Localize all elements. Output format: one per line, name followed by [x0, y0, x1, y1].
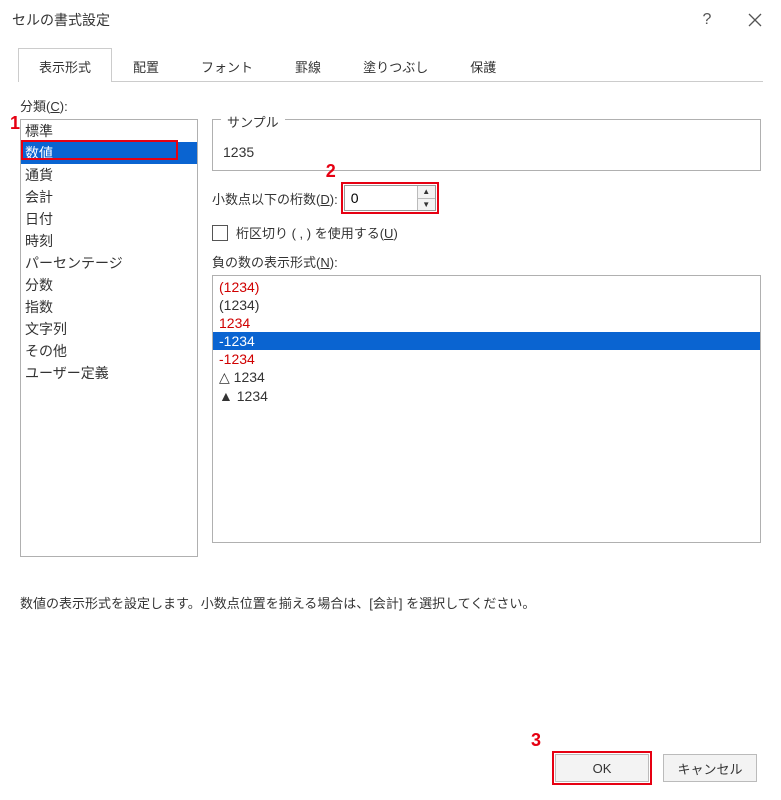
tabs: 表示形式配置フォント罫線塗りつぶし保護	[18, 40, 763, 82]
tab-2[interactable]: フォント	[180, 48, 274, 82]
decimal-input[interactable]	[345, 186, 417, 210]
category-item[interactable]: 分数	[21, 274, 197, 296]
negative-format-item[interactable]: (1234)	[213, 278, 760, 296]
thousands-label: 桁区切り ( , ) を使用する(U)	[236, 223, 398, 242]
spinner-up[interactable]: ▲	[418, 186, 435, 199]
tab-4[interactable]: 塗りつぶし	[342, 48, 449, 82]
tab-3[interactable]: 罫線	[274, 48, 342, 82]
category-item[interactable]: その他	[21, 340, 197, 362]
negative-format-item[interactable]: -1234	[213, 332, 760, 350]
negative-format-item[interactable]: △ 1234	[213, 368, 760, 387]
close-button[interactable]	[741, 6, 769, 34]
dialog-title: セルの書式設定	[12, 10, 693, 30]
negative-format-item[interactable]: -1234	[213, 350, 760, 368]
category-item[interactable]: 会計	[21, 186, 197, 208]
category-item[interactable]: 文字列	[21, 318, 197, 340]
negative-format-listbox[interactable]: (1234)(1234)1234-1234-1234△ 1234▲ 1234	[212, 275, 761, 543]
decimal-spinner[interactable]: ▲ ▼	[344, 185, 436, 211]
sample-box: サンプル 1235	[212, 119, 761, 171]
annotation-3: 3	[531, 730, 541, 751]
sample-value: 1235	[223, 144, 750, 160]
category-item[interactable]: パーセンテージ	[21, 252, 197, 274]
category-item[interactable]: 指数	[21, 296, 197, 318]
category-item[interactable]: 標準	[21, 120, 197, 142]
tab-0[interactable]: 表示形式	[18, 48, 112, 82]
category-item[interactable]: 数値	[21, 142, 197, 164]
negative-format-item[interactable]: (1234)	[213, 296, 760, 314]
decimal-label: 小数点以下の桁数(D):	[212, 189, 338, 208]
close-icon	[748, 13, 762, 27]
tab-5[interactable]: 保護	[449, 48, 517, 82]
negative-format-item[interactable]: 1234	[213, 314, 760, 332]
sample-label: サンプル	[221, 112, 285, 131]
spinner-down[interactable]: ▼	[418, 199, 435, 211]
description-text: 数値の表示形式を設定します。小数点位置を揃える場合は、[会計] を選択してくださ…	[20, 593, 761, 612]
ok-button[interactable]: OK	[555, 754, 649, 782]
tab-1[interactable]: 配置	[112, 48, 180, 82]
annotation-1: 1	[10, 113, 20, 134]
category-listbox[interactable]: 標準数値通貨会計日付時刻パーセンテージ分数指数文字列その他ユーザー定義	[20, 119, 198, 557]
category-item[interactable]: 時刻	[21, 230, 197, 252]
negative-label: 負の数の表示形式(N):	[212, 252, 761, 271]
category-item[interactable]: 日付	[21, 208, 197, 230]
category-item[interactable]: ユーザー定義	[21, 362, 197, 384]
category-label: 分類(C):	[20, 96, 761, 115]
category-item[interactable]: 通貨	[21, 164, 197, 186]
thousands-checkbox[interactable]	[212, 225, 228, 241]
help-button[interactable]: ?	[693, 6, 721, 34]
negative-format-item[interactable]: ▲ 1234	[213, 387, 760, 405]
thousands-checkbox-row[interactable]: 桁区切り ( , ) を使用する(U)	[212, 223, 761, 242]
cancel-button[interactable]: キャンセル	[663, 754, 757, 782]
